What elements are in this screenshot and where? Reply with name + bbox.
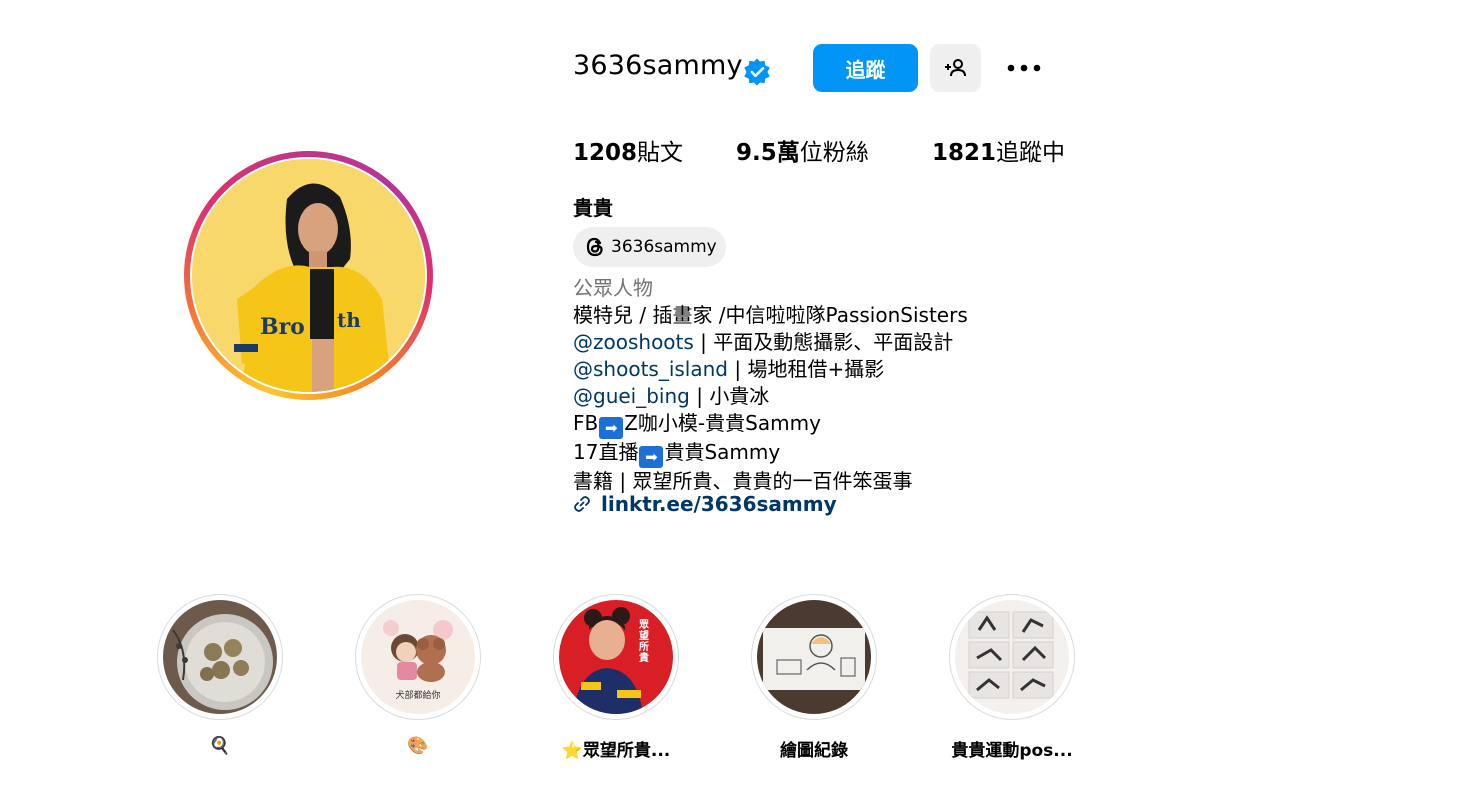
bio-text: | 平面及動態攝影、平面設計 xyxy=(693,330,954,354)
external-link-text: linktr.ee/3636sammy xyxy=(601,492,837,516)
avatar-photo: Bro th xyxy=(192,159,425,392)
follow-button[interactable]: 追蹤 xyxy=(813,44,918,92)
external-link[interactable]: linktr.ee/3636sammy xyxy=(573,492,837,516)
highlight-cover xyxy=(955,600,1069,714)
following-value: 1821 xyxy=(932,140,997,166)
bio-line: FB ➡ Z咖小模-貴貴Sammy xyxy=(573,410,968,439)
highlight-cover xyxy=(757,600,871,714)
highlight-cover xyxy=(163,600,277,714)
highlight-cover-caption: 犬部都給你 xyxy=(395,691,441,701)
followers-count[interactable]: 9.5萬位粉絲 xyxy=(736,133,869,167)
svg-text:Bro: Bro xyxy=(260,314,305,340)
highlight-ring xyxy=(751,594,877,720)
bio-text: 貴貴Sammy xyxy=(664,440,781,464)
story-highlight[interactable]: ⭐眾望所貴... 眾望所貴 xyxy=(553,594,679,761)
threads-handle: 3636sammy xyxy=(611,237,717,257)
story-highlight[interactable]: 貴貴運動pos... xyxy=(949,594,1075,761)
profile-bio: 公眾人物 模特兒 / 插畫家 /中信啦啦隊PassionSisters @zoo… xyxy=(573,275,968,495)
highlight-label: ⭐眾望所貴... xyxy=(561,741,671,761)
bio-text: Z咖小模-貴貴Sammy xyxy=(624,411,821,435)
threads-link-button[interactable]: 3636sammy xyxy=(573,227,726,267)
profile-avatar[interactable]: Bro th xyxy=(184,151,433,400)
bio-line: @shoots_island | 場地租借+攝影 xyxy=(573,356,968,383)
bio-line: 模特兒 / 插畫家 /中信啦啦隊PassionSisters xyxy=(573,303,968,327)
bio-text: FB xyxy=(573,411,599,435)
bio-text: 17直播 xyxy=(573,440,639,464)
posts-label: 貼文 xyxy=(637,140,684,166)
threads-icon xyxy=(586,237,603,257)
link-icon xyxy=(574,496,590,512)
highlight-label: 🍳 xyxy=(209,736,231,756)
highlight-label: 🎨 xyxy=(407,736,429,756)
highlight-cover-title: 眾望所貴 xyxy=(639,620,649,664)
posts-count: 1208貼文 xyxy=(573,133,683,167)
highlight-cover xyxy=(559,600,673,714)
svg-text:th: th xyxy=(337,308,361,332)
profile-full-name: 貴貴 xyxy=(573,196,613,220)
highlight-ring xyxy=(355,594,481,720)
story-highlight[interactable]: 🍳 xyxy=(157,594,283,756)
suggested-users-button[interactable] xyxy=(930,44,981,92)
mention-link-shoots-island[interactable]: @shoots_island xyxy=(573,357,728,381)
more-options-button[interactable] xyxy=(1004,52,1044,84)
bio-line: @guei_bing | 小貴冰 xyxy=(573,383,968,410)
highlight-ring xyxy=(553,594,679,720)
right-arrow-icon: ➡ xyxy=(639,446,664,468)
highlight-ring xyxy=(157,594,283,720)
following-label: 追蹤中 xyxy=(996,140,1066,166)
highlight-label: 貴貴運動pos... xyxy=(951,741,1073,761)
profile-username: 3636sammy xyxy=(573,50,743,81)
right-arrow-icon: ➡ xyxy=(599,417,624,439)
highlight-cover-image xyxy=(955,600,1069,714)
bio-line: @zooshoots | 平面及動態攝影、平面設計 xyxy=(573,329,968,356)
followers-label: 位粉絲 xyxy=(799,140,869,166)
bio-text: | 場地租借+攝影 xyxy=(728,357,885,381)
highlight-cover-image xyxy=(757,600,871,714)
more-dots-icon xyxy=(1007,64,1041,72)
following-count[interactable]: 1821追蹤中 xyxy=(932,133,1065,167)
add-person-icon xyxy=(944,59,966,77)
highlight-ring xyxy=(949,594,1075,720)
story-highlight[interactable]: 🎨 犬部都給你 xyxy=(355,594,481,756)
followers-value: 9.5萬 xyxy=(736,140,800,166)
bio-text: | 小貴冰 xyxy=(689,384,770,408)
bio-line: 17直播 ➡ 貴貴Sammy xyxy=(573,439,968,468)
verified-badge-icon xyxy=(742,57,772,87)
highlight-cover-image xyxy=(559,600,673,714)
story-highlight[interactable]: 繪圖紀錄 xyxy=(751,594,877,761)
mention-link-zooshoots[interactable]: @zooshoots xyxy=(573,330,694,354)
profile-category: 公眾人物 xyxy=(573,276,653,300)
posts-value: 1208 xyxy=(573,140,638,166)
highlight-label: 繪圖紀錄 xyxy=(780,741,848,761)
avatar-illustration: Bro th xyxy=(192,159,425,392)
mention-link-guei-bing[interactable]: @guei_bing xyxy=(573,384,690,408)
highlight-cover-image xyxy=(163,600,277,714)
bio-line: 書籍 | 眾望所貴、貴貴的一百件笨蛋事 xyxy=(573,469,913,493)
